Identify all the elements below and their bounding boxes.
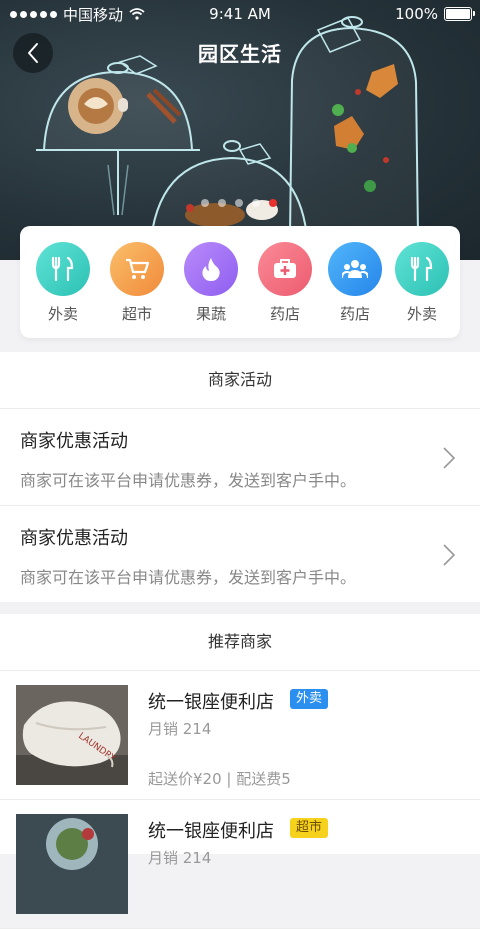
carousel-indicator	[201, 199, 277, 207]
merchant-tag: 外卖	[290, 689, 329, 709]
page-title: 园区生活	[198, 42, 282, 66]
cart-icon	[126, 258, 150, 279]
category-label: 外卖	[406, 305, 437, 323]
category-item[interactable]: 外卖	[390, 242, 454, 324]
merchant-item[interactable]: 统一银座便利店 超市 月销 214	[0, 800, 480, 929]
category-icon-circle	[184, 242, 238, 296]
activity-desc: 商家可在该平台申请优惠券，发送到客户手中。	[20, 471, 357, 490]
merchant-thumbnail	[16, 814, 128, 914]
category-label: 超市	[121, 305, 152, 323]
merchant-name: 统一银座便利店	[148, 692, 274, 713]
activity-desc: 商家可在该平台申请优惠券，发送到客户手中。	[20, 568, 357, 587]
merchant-sales: 月销 214	[148, 849, 212, 867]
activities-section: 商家活动 商家优惠活动 商家可在该平台申请优惠券，发送到客户手中。 商家优惠活动…	[0, 352, 480, 602]
chevron-right-icon	[443, 447, 456, 469]
category-icon-circle	[395, 242, 449, 296]
category-grid: 外卖 超市 果蔬 药店 药店 外卖	[20, 226, 460, 338]
category-icon-circle	[36, 242, 90, 296]
category-label: 药店	[339, 305, 370, 323]
merchant-sales: 月销 214	[148, 720, 212, 738]
category-label: 外卖	[47, 305, 78, 323]
flame-icon	[202, 258, 220, 281]
group-icon	[342, 260, 368, 279]
category-label: 果蔬	[195, 305, 226, 323]
category-icon-circle	[110, 242, 164, 296]
section-title: 推荐商家	[0, 614, 480, 671]
carousel-dot[interactable]	[218, 199, 226, 207]
carousel-dot[interactable]	[235, 199, 243, 207]
category-item[interactable]: 外卖	[31, 242, 95, 324]
carousel-dot[interactable]	[252, 199, 260, 207]
category-label: 药店	[269, 305, 300, 323]
fork-knife-icon	[51, 256, 74, 282]
merchant-delivery: 起送价¥20 | 配送费5	[148, 770, 291, 788]
merchant-tag: 超市	[290, 818, 329, 838]
activity-item[interactable]: 商家优惠活动 商家可在该平台申请优惠券，发送到客户手中。	[0, 506, 480, 602]
fork-knife-icon	[410, 256, 433, 282]
carousel-dot[interactable]	[201, 199, 209, 207]
category-icon-circle	[258, 242, 312, 296]
merchant-item[interactable]: LAUNDRY 统一银座便利店 外卖 月销 214 起送价¥20 | 配送费5	[0, 671, 480, 800]
status-bar: 中国移动 9:41 AM 100%	[0, 0, 480, 28]
activity-title: 商家优惠活动	[20, 431, 128, 452]
section-title: 商家活动	[0, 352, 480, 409]
carousel-dot-active[interactable]	[269, 199, 277, 207]
category-item[interactable]: 药店	[323, 242, 387, 324]
category-icon-circle	[328, 242, 382, 296]
chevron-right-icon	[443, 544, 456, 566]
battery-icon	[444, 7, 475, 21]
medkit-icon	[274, 259, 296, 278]
category-item[interactable]: 果蔬	[179, 242, 243, 324]
merchant-thumbnail: LAUNDRY	[16, 685, 128, 785]
category-item[interactable]: 药店	[253, 242, 317, 324]
merchants-section: 推荐商家 LAUNDRY 统一银座便利店 外卖 月销 214 起送价¥20 | …	[0, 614, 480, 929]
activity-title: 商家优惠活动	[20, 528, 128, 549]
hero-banner[interactable]: 中国移动 9:41 AM 100% 园区生活	[0, 0, 480, 260]
category-item[interactable]: 超市	[105, 242, 169, 324]
merchant-name: 统一银座便利店	[148, 821, 274, 842]
activity-item[interactable]: 商家优惠活动 商家可在该平台申请优惠券，发送到客户手中。	[0, 409, 480, 506]
battery-percent: 100%	[395, 5, 438, 23]
